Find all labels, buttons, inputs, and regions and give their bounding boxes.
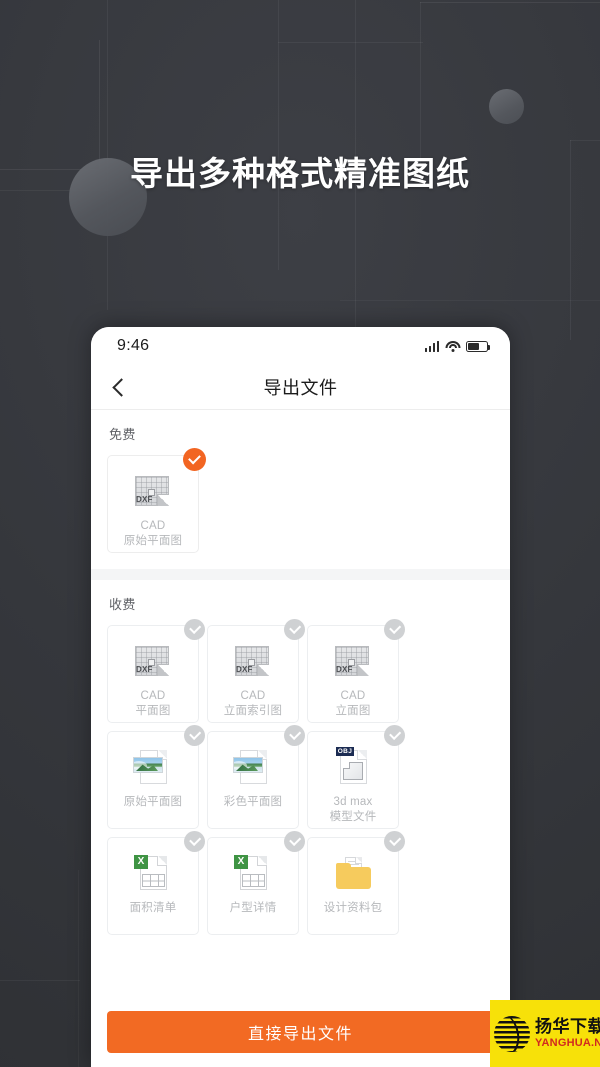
card-label: CAD 原始平面图: [123, 520, 183, 547]
image-file-icon: [132, 746, 174, 788]
battery-icon: [466, 340, 491, 352]
decor-line: [420, 2, 600, 3]
export-option-card[interactable]: DXF CAD 立面索引图: [207, 619, 305, 723]
export-option-card[interactable]: X 户型详情: [207, 831, 305, 935]
globe-logo-icon: [494, 1015, 530, 1052]
excel-icon-label: X: [234, 855, 248, 869]
decor-line: [278, 42, 423, 43]
check-icon[interactable]: [284, 619, 305, 640]
decor-line: [78, 870, 79, 1067]
section-divider: [91, 569, 510, 580]
cta-container: 直接导出文件: [91, 999, 510, 1067]
page-title: 导出文件: [263, 378, 338, 398]
check-icon[interactable]: [284, 831, 305, 852]
decor-line: [0, 980, 80, 981]
card-label: 彩色平面图: [223, 796, 283, 808]
status-indicators: [424, 340, 491, 352]
back-chevron-icon[interactable]: [103, 371, 135, 403]
export-option-card[interactable]: DXF CAD 原始平面图: [107, 448, 206, 553]
check-icon[interactable]: [384, 619, 405, 640]
check-icon[interactable]: [284, 725, 305, 746]
excel-file-icon: X: [132, 852, 174, 894]
decor-line: [278, 0, 279, 270]
free-section: 免费 DXF CAD 原始平面图: [91, 410, 510, 569]
check-icon[interactable]: [184, 725, 205, 746]
watermark-cn: 扬华下载: [535, 1016, 600, 1036]
export-files-button[interactable]: 直接导出文件: [107, 1011, 494, 1053]
dxf-file-icon: DXF: [132, 470, 174, 512]
card-label: CAD 立面图: [335, 690, 371, 717]
wifi-icon: [445, 340, 460, 352]
check-icon[interactable]: [184, 619, 205, 640]
dxf-file-icon: DXF: [132, 640, 174, 682]
card-label: 面积清单: [129, 902, 177, 914]
watermark-en: YANGHUA.NET: [535, 1036, 600, 1049]
card-label: 原始平面图: [123, 796, 183, 808]
card-label: 3d max 模型文件: [329, 796, 377, 823]
free-card-grid: DXF CAD 原始平面图: [107, 448, 494, 553]
status-bar: 9:46: [91, 327, 510, 365]
free-section-title: 免费: [109, 427, 136, 442]
card-label: 设计资料包: [323, 902, 383, 914]
image-file-icon: [232, 746, 274, 788]
nav-bar: 导出文件: [91, 365, 510, 410]
export-option-card[interactable]: X 面积清单: [107, 831, 205, 935]
paid-section-title: 收费: [109, 597, 136, 612]
decor-circle-small: [489, 89, 524, 124]
obj-icon-label: OBJ: [336, 747, 354, 756]
dxf-file-icon: DXF: [232, 640, 274, 682]
excel-file-icon: X: [232, 852, 274, 894]
paid-section: 收费 DXF CAD 平面图 DXF CAD 立面索引图 DXF CAD 立面图…: [91, 580, 510, 951]
check-icon-selected[interactable]: [183, 448, 206, 471]
dxf-icon-label: DXF: [136, 665, 153, 674]
status-time: 9:46: [117, 337, 150, 354]
export-option-card[interactable]: 彩色平面图: [207, 725, 305, 829]
paid-card-grid: DXF CAD 平面图 DXF CAD 立面索引图 DXF CAD 立面图 原始…: [107, 619, 494, 935]
screen-content: 免费 DXF CAD 原始平面图 收费 DXF CAD 平面图 DXF CAD …: [91, 410, 510, 999]
excel-icon-label: X: [134, 855, 148, 869]
check-icon[interactable]: [384, 725, 405, 746]
decor-line: [340, 300, 600, 301]
dxf-icon-label: DXF: [236, 665, 253, 674]
obj-file-icon: OBJ: [332, 746, 374, 788]
promo-headline: 导出多种格式精准图纸: [130, 155, 470, 192]
export-option-card[interactable]: 原始平面图: [107, 725, 205, 829]
export-option-card[interactable]: DXF CAD 立面图: [307, 619, 405, 723]
card-label: CAD 立面索引图: [223, 690, 283, 717]
decor-line: [570, 140, 600, 141]
decor-line: [0, 40, 100, 170]
watermark-text: 扬华下载 YANGHUA.NET: [530, 1016, 600, 1049]
dxf-icon-label: DXF: [336, 665, 353, 674]
check-icon[interactable]: [184, 831, 205, 852]
dxf-file-icon: DXF: [332, 640, 374, 682]
export-option-card[interactable]: DXF CAD 平面图: [107, 619, 205, 723]
export-option-card[interactable]: OBJ 3d max 模型文件: [307, 725, 405, 829]
folder-icon: [332, 852, 374, 894]
signal-bars-icon: [424, 340, 439, 352]
phone-mockup: 9:46 导出文件 免费 DXF CAD 原始平面图 收费 DXF CAD 平面…: [91, 327, 510, 1067]
watermark-badge: 扬华下载 YANGHUA.NET: [490, 1000, 600, 1067]
card-label: CAD 平面图: [135, 690, 171, 717]
card-label: 户型详情: [229, 902, 277, 914]
check-icon[interactable]: [384, 831, 405, 852]
export-option-card[interactable]: 设计资料包: [307, 831, 405, 935]
dxf-icon-label: DXF: [136, 495, 153, 504]
